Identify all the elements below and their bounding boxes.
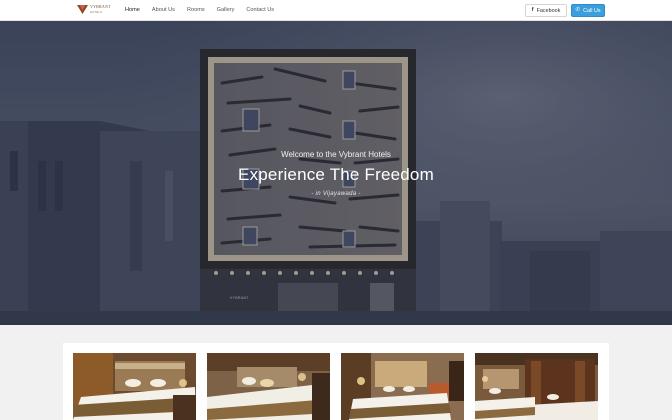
nav-item-about-us[interactable]: About Us [152, 0, 175, 21]
nav-item-gallery[interactable]: Gallery [217, 0, 235, 21]
room-photo-4[interactable] [475, 353, 598, 420]
phone-icon: ✆ [575, 6, 581, 13]
nav-item-rooms[interactable]: Rooms [187, 0, 205, 21]
room-image [207, 353, 330, 420]
top-navbar: VYBRANT HOTELS Home About Us Rooms Galle… [0, 0, 672, 21]
facebook-button[interactable]: f Facebook [525, 4, 567, 17]
hero-title: Experience The Freedom [238, 165, 434, 184]
call-us-button[interactable]: ✆ Call Us [571, 4, 605, 17]
room-photo-1[interactable] [73, 353, 196, 420]
hero-subtitle: Welcome to the Vybrant Hotels [281, 150, 391, 159]
facebook-button-label: Facebook [536, 7, 561, 14]
hero-location: - in Vijayawada - [311, 191, 361, 197]
nav-item-home[interactable]: Home [125, 0, 140, 21]
main-nav: Home About Us Rooms Gallery Contact Us [125, 0, 286, 21]
call-us-button-label: Call Us [583, 7, 601, 14]
brand-name: VYBRANT [90, 4, 111, 9]
brand-logo[interactable]: VYBRANT HOTELS [77, 4, 111, 17]
logo-mark-icon [77, 5, 88, 14]
room-photo-3[interactable] [341, 353, 464, 420]
room-image [73, 353, 196, 420]
room-image [341, 353, 464, 420]
room-image [475, 353, 598, 420]
hero-banner: VYBRANT VYBRANT Welcome to the Vybrant H… [0, 21, 672, 325]
brand-tagline: HOTELS [90, 11, 103, 14]
room-photo-2[interactable] [207, 353, 330, 420]
rooms-gallery [63, 343, 609, 420]
nav-item-contact-us[interactable]: Contact Us [246, 0, 274, 21]
facebook-icon: f [531, 6, 534, 13]
